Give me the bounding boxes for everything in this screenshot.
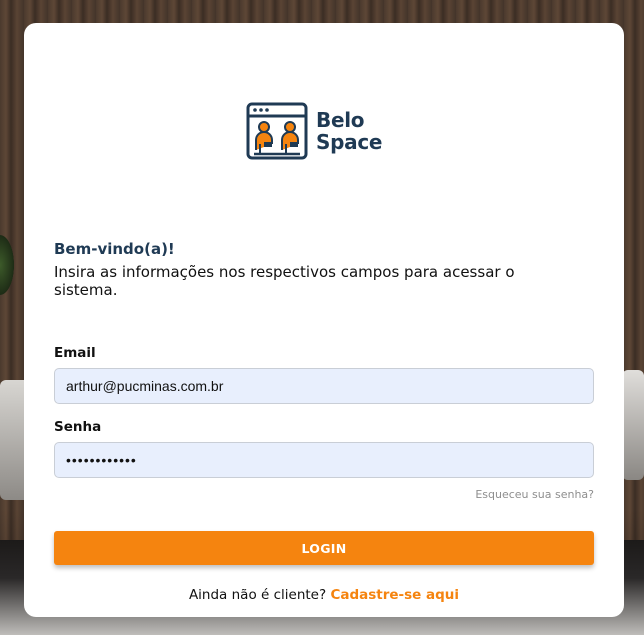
signup-prompt: Ainda não é cliente? Cadastre-se aqui (24, 587, 624, 603)
login-card: Belo Space Bem-vindo(a)! Insira as infor… (24, 23, 624, 617)
background-chair-left (0, 380, 26, 500)
welcome-heading: Bem-vindo(a)! (54, 240, 175, 258)
brand-name: Belo Space (316, 109, 382, 153)
password-input[interactable] (54, 442, 594, 478)
brand-name-line1: Belo (316, 108, 365, 132)
email-input[interactable] (54, 368, 594, 404)
password-label: Senha (54, 419, 102, 435)
background-chair-right (622, 370, 644, 480)
forgot-password-link[interactable]: Esqueceu sua senha? (475, 488, 594, 501)
instructions-text: Insira as informações nos respectivos ca… (54, 263, 515, 299)
email-label: Email (54, 345, 96, 361)
signup-prompt-text: Ainda não é cliente? (188, 587, 327, 603)
coworking-window-icon (246, 102, 308, 160)
brand-name-line2: Space (316, 130, 383, 154)
brand-logo: Belo Space (246, 102, 382, 160)
background-plant (0, 235, 14, 295)
signup-link[interactable]: Cadastre-se aqui (330, 587, 459, 603)
login-button[interactable]: LOGIN (54, 531, 594, 565)
